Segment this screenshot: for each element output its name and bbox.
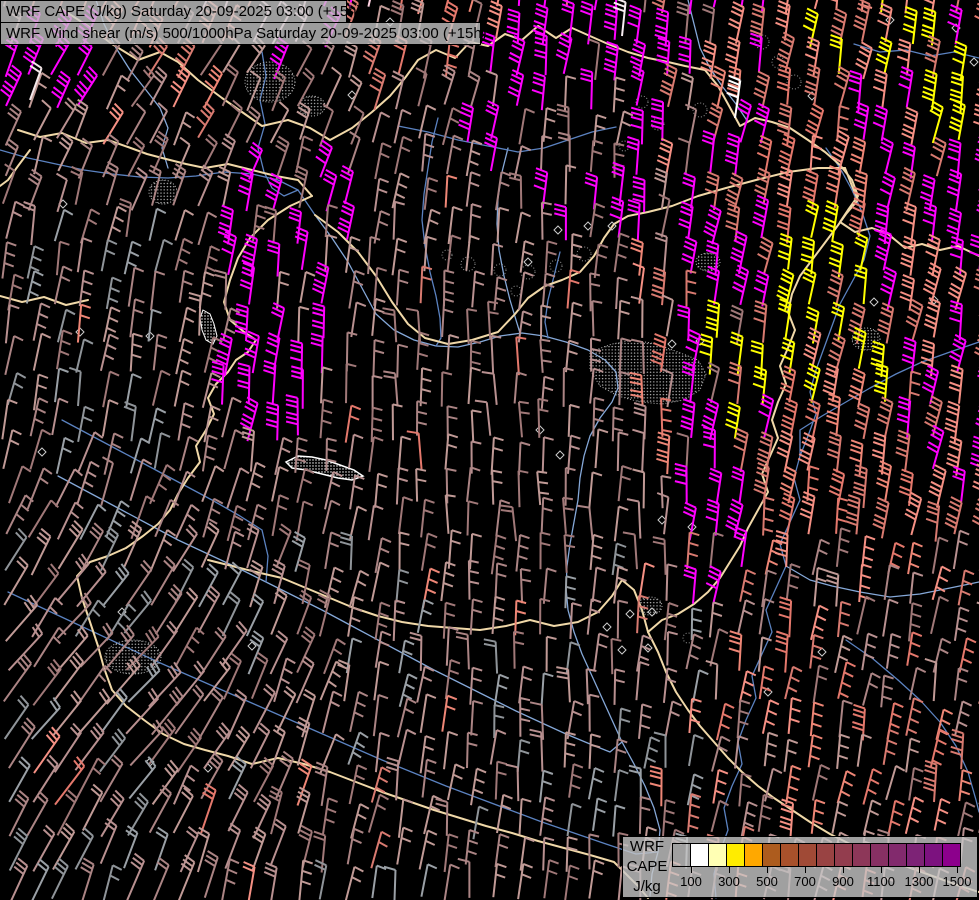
cape-tick [729, 866, 730, 873]
cape-colorbar-cell [834, 843, 853, 867]
cape-colorbar-cell [870, 843, 889, 867]
cape-colorbar-cell [726, 843, 745, 867]
weather-map-page: WRF CAPE (J/kg) Saturday 20-09-2025 03:0… [0, 0, 979, 900]
cape-colorbar-cell [708, 843, 727, 867]
cape-colorbar-cell [852, 843, 871, 867]
cape-tick-label: 100 [671, 874, 711, 889]
cape-colorbar-cell [744, 843, 763, 867]
cape-tick-label: 900 [823, 874, 863, 889]
legend-label-wrf: WRF [630, 838, 664, 856]
cape-colorbar-cell [924, 843, 943, 867]
cape-colorbar-cell [816, 843, 835, 867]
cape-tick [881, 866, 882, 873]
cape-colorbar-cell [906, 843, 925, 867]
cape-colorbar-cell [798, 843, 817, 867]
cape-tick [957, 866, 958, 873]
cape-colorbar-cell [762, 843, 781, 867]
legend-label-cape: CAPE [627, 858, 668, 876]
cape-colorbar-cell [942, 843, 961, 867]
cape-tick-label: 300 [709, 874, 749, 889]
cape-tick [691, 866, 692, 873]
cape-tick-label: 1300 [899, 874, 939, 889]
weather-map-canvas [0, 0, 979, 900]
cape-legend: WRF CAPE J/kg 10030050070090011001300150… [622, 836, 978, 898]
cape-tick [767, 866, 768, 873]
cape-tick [805, 866, 806, 873]
cape-colorbar-cell [672, 843, 691, 867]
cape-tick-label: 1100 [861, 874, 901, 889]
cape-tick [843, 866, 844, 873]
cape-tick-label: 500 [747, 874, 787, 889]
cape-colorbar-cell [690, 843, 709, 867]
cape-colorbar [672, 843, 961, 867]
legend-label-unit: J/kg [633, 878, 661, 896]
cape-colorbar-cell [888, 843, 907, 867]
map-title-windshear: WRF Wind shear (m/s) 500/1000hPa Saturda… [0, 22, 481, 45]
cape-tick-label: 1500 [937, 874, 977, 889]
cape-tick [919, 866, 920, 873]
map-title-cape: WRF CAPE (J/kg) Saturday 20-09-2025 03:0… [0, 0, 347, 23]
cape-tick-label: 700 [785, 874, 825, 889]
cape-colorbar-cell [780, 843, 799, 867]
cape-legend-title: WRF CAPE J/kg [623, 838, 671, 896]
